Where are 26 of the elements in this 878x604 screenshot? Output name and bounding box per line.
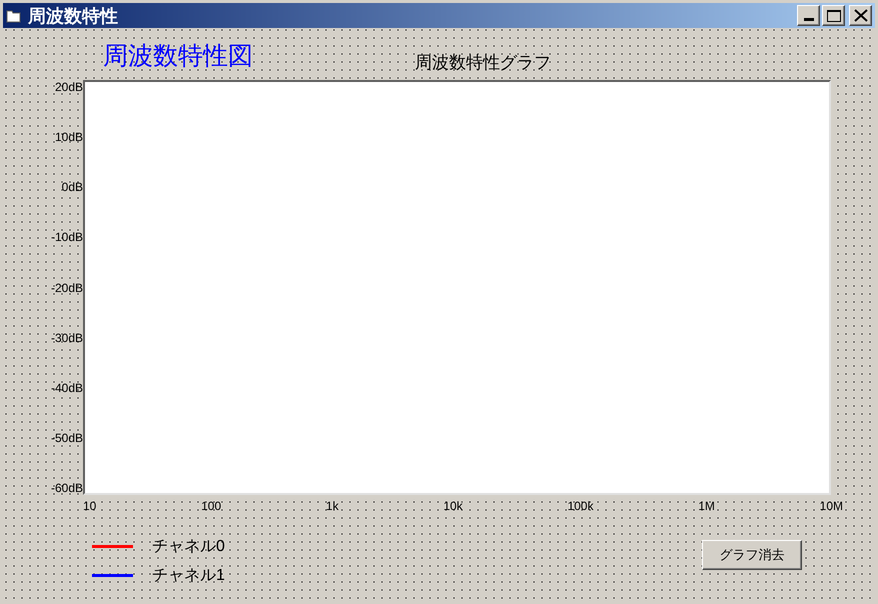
close-icon [854,9,868,22]
maximize-button[interactable] [822,5,845,26]
legend-label: チャネル0 [152,537,225,556]
y-axis-label: -40dB [50,380,83,395]
minimize-button[interactable] [797,5,820,26]
y-axis-label: 20dB [54,80,83,94]
maximize-icon [826,10,840,22]
y-axis-label: -30dB [50,330,83,345]
form-heading: 周波数特性図 [103,41,253,71]
x-axis-label: 1k [326,499,339,513]
close-button[interactable] [849,5,872,26]
window-icon [6,8,22,22]
y-axis-label: 0dB [62,180,83,194]
y-axis-label: -50dB [50,430,83,445]
y-axis-label: -60dB [50,481,83,495]
x-axis-label: 100k [567,499,594,513]
y-axis-label: 10dB [54,130,83,144]
x-axis-label: 1M [698,499,715,513]
window-title: 周波数特性 [28,6,118,24]
graph-title: 周波数特性グラフ [415,53,551,73]
y-axis-label: -20dB [50,280,83,294]
y-axis-label: -10dB [50,230,83,244]
minimize-icon [804,18,814,21]
x-axis-label: 10M [820,499,843,513]
x-axis-label: 100 [201,499,222,513]
clear-graph-button[interactable]: グラフ消去 [702,540,802,570]
